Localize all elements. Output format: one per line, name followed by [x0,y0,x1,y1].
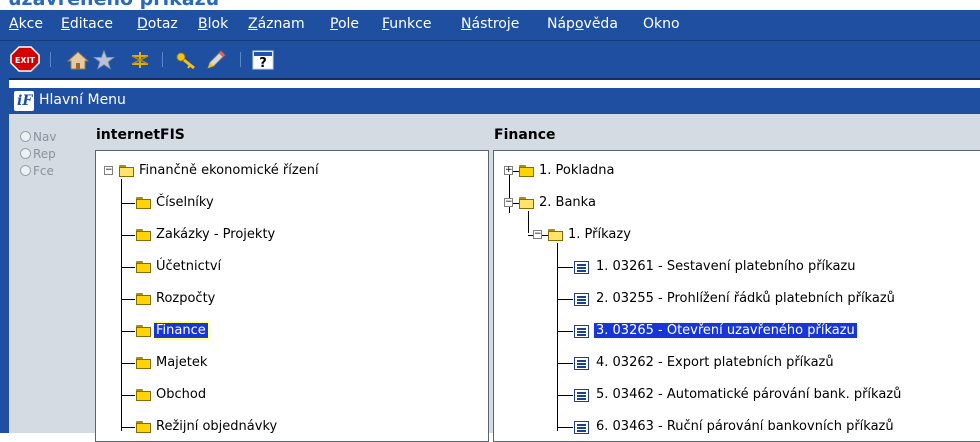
right-panel-heading: Finance [494,127,556,143]
tree-node-label: 2. Banka [539,195,596,210]
tree-leaf-label: 5. 03462 - Automatické párování bank. př… [596,387,902,402]
tree-item-label: Režijní objednávky [156,419,278,434]
folder-icon [136,421,152,433]
right-content-tree: + 1. Pokladna − 2. Banka − 1. Příkazy 1.… [493,150,980,442]
radio-dot[interactable] [20,148,31,159]
folder-open-icon [519,197,535,209]
tree-leaf-label-selected: 3. 03265 - Otevření uzavřeného příkazu [593,322,858,339]
folder-icon [136,357,152,369]
form-icon [574,421,589,434]
tree-item-label: Číselníky [156,195,214,210]
expand-toggle[interactable]: + [504,166,513,175]
menu-item-blok[interactable]: Blok [198,16,228,32]
menu-item-editace[interactable]: Editace [61,16,113,32]
tree-item-label: Zakázky - Projekty [156,227,276,242]
folder-open-icon [119,165,135,177]
toolbar-separator [50,52,51,67]
tree-root-label: Finančně ekonomické řízení [139,163,319,178]
left-panel-heading: internetFIS [96,127,185,143]
star-icon[interactable] [93,49,115,70]
tree-node-label: 1. Pokladna [539,163,615,178]
folder-icon [136,325,152,337]
tree-item-label: Účetnictví [156,259,222,274]
home-icon[interactable] [66,50,90,70]
radio-dot[interactable] [20,165,31,176]
menu-item-dotaz[interactable]: Dotaz [137,16,178,32]
toolbar: EXIT ? [0,41,980,80]
toolbar-separator [162,52,163,67]
tree-item-label: Obchod [156,387,207,402]
app-logo-icon: iF [14,91,34,111]
exit-icon[interactable]: EXIT [10,46,40,72]
page-title-strip: uzavřeného příkazu [0,0,980,10]
tree-node-label: 1. Příkazy [568,227,631,242]
form-icon [574,389,589,402]
menu-item-pole[interactable]: Pole [330,16,359,32]
toolbar-separator [240,52,241,67]
folder-icon [136,261,152,273]
window-left-edge [0,78,9,433]
page-title: uzavřeného příkazu [8,0,219,10]
radio-fce[interactable]: Fce [20,164,54,178]
pencil-icon[interactable] [205,50,227,70]
menu-item-napoveda[interactable]: Nápověda [547,16,618,32]
collapse-toggle[interactable]: − [104,166,113,175]
collapse-toggle[interactable]: − [504,198,513,207]
menu-item-nastroje[interactable]: Nástroje [461,16,519,32]
form-icon [574,325,589,338]
folder-icon [519,165,535,177]
folder-icon [136,293,152,305]
svg-text:?: ? [259,56,267,70]
menu-bar: Akce Editace Dotaz Blok Záznam Pole Funk… [0,10,980,41]
tree-leaf-label: 6. 03463 - Ruční párování bankovních pří… [596,419,894,434]
tree-item-label-selected: Finance [153,322,209,339]
radio-dot[interactable] [20,131,31,142]
network-icon[interactable] [129,50,151,70]
tree-leaf-label: 4. 03262 - Export platebních příkazů [596,355,834,370]
folder-icon [136,197,152,209]
form-icon [574,261,589,274]
radio-rep[interactable]: Rep [20,147,56,161]
tree-leaf-label: 2. 03255 - Prohlížení řádků platebních p… [596,291,895,306]
menu-item-okno[interactable]: Okno [643,16,680,32]
form-icon [574,357,589,370]
window-title-bar: iF Hlavní Menu [9,88,980,114]
window-title: Hlavní Menu [39,92,126,108]
exit-label: EXIT [15,56,36,65]
folder-icon [136,389,152,401]
menu-item-akce[interactable]: Akce [9,16,43,32]
left-navigation-tree: − Finančně ekonomické řízení Číselníky Z… [95,150,489,442]
key-icon[interactable] [175,50,197,70]
collapse-toggle[interactable]: − [533,230,542,239]
tree-item-label: Majetek [156,355,208,370]
menu-item-funkce[interactable]: Funkce [382,16,431,32]
tree-item-label: Rozpočty [156,291,216,306]
tree-leaf-label: 1. 03261 - Sestavení platebního příkazu [596,259,856,274]
menu-item-zaznam[interactable]: Záznam [248,16,305,32]
help-icon[interactable]: ? [252,50,274,71]
radio-nav[interactable]: Nav [20,130,56,144]
form-icon [574,293,589,306]
folder-open-icon [548,229,564,241]
folder-icon [136,229,152,241]
